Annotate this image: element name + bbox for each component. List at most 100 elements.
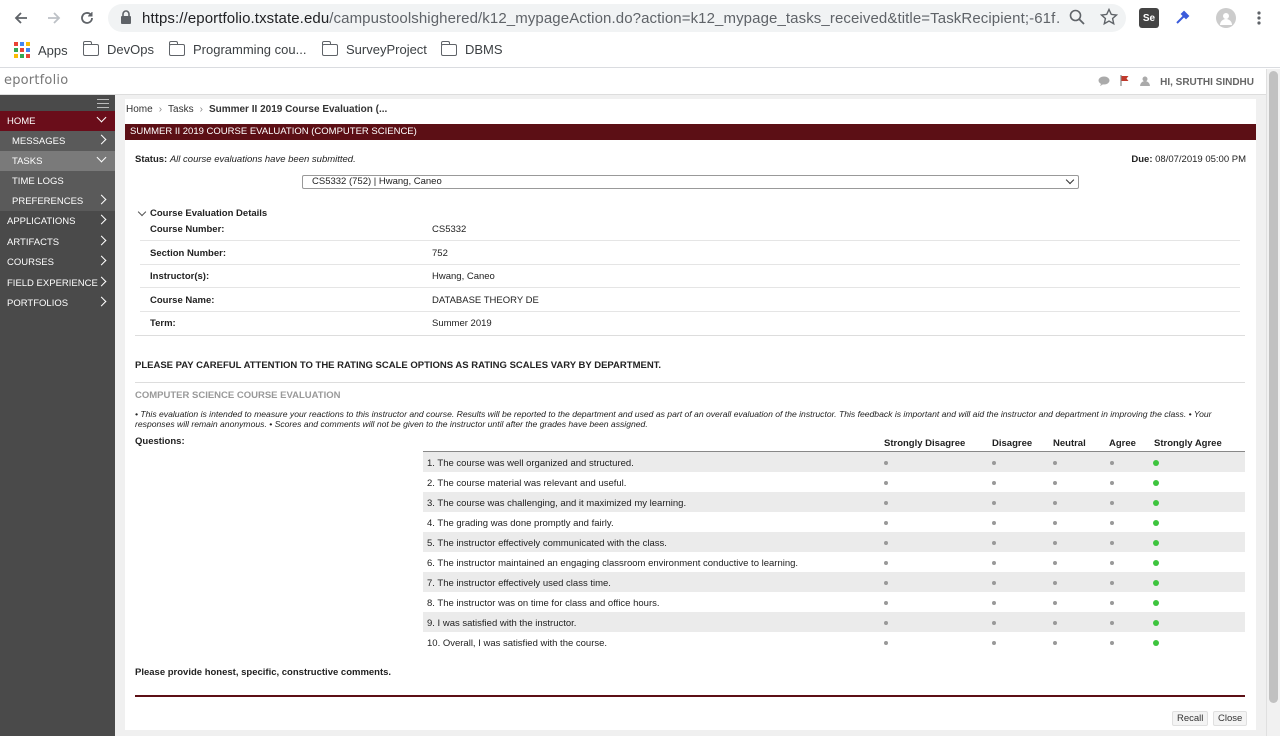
- rating-radio[interactable]: [992, 601, 996, 605]
- sidebar-item-preferences[interactable]: PREFERENCES: [0, 191, 115, 211]
- sidebar-item-portfolios[interactable]: PORTFOLIOS: [0, 293, 115, 313]
- menu-dots-icon[interactable]: [1249, 8, 1269, 28]
- lock-icon: [120, 10, 132, 27]
- reload-icon[interactable]: [75, 6, 99, 30]
- sidebar-item-artifacts[interactable]: ARTIFACTS: [0, 232, 115, 252]
- rating-radio[interactable]: [884, 561, 888, 565]
- rating-radio-selected[interactable]: [1153, 560, 1159, 566]
- rating-radio[interactable]: [992, 561, 996, 565]
- rating-radio[interactable]: [1053, 641, 1057, 645]
- rating-radio[interactable]: [1110, 541, 1114, 545]
- course-select[interactable]: CS5332 (752) | Hwang, Caneo: [302, 175, 1079, 189]
- flag-icon[interactable]: [1120, 75, 1130, 89]
- rating-radio-selected[interactable]: [1153, 620, 1159, 626]
- sidebar-item-messages[interactable]: MESSAGES: [0, 131, 115, 151]
- rating-radio-selected[interactable]: [1153, 600, 1159, 606]
- sidebar-item-courses[interactable]: COURSES: [0, 252, 115, 272]
- detail-row-instructor: Instructor(s): Hwang, Caneo: [140, 265, 1240, 288]
- sidebar-item-field-experience[interactable]: FIELD EXPERIENCE: [0, 273, 115, 293]
- sidebar-item-label: APPLICATIONS: [7, 215, 76, 227]
- rating-radio[interactable]: [1110, 521, 1114, 525]
- rating-radio[interactable]: [1053, 521, 1057, 525]
- rating-radio[interactable]: [1110, 601, 1114, 605]
- rating-radio[interactable]: [1110, 501, 1114, 505]
- rating-radio[interactable]: [884, 481, 888, 485]
- question-row: 5. The instructor effectively communicat…: [423, 532, 1245, 552]
- rating-radio[interactable]: [992, 541, 996, 545]
- rating-radio[interactable]: [1110, 561, 1114, 565]
- eyedropper-extension-icon[interactable]: [1172, 8, 1192, 28]
- rating-radio[interactable]: [1110, 581, 1114, 585]
- bookmark-apps[interactable]: Apps: [14, 42, 68, 58]
- rating-radio[interactable]: [992, 581, 996, 585]
- zoom-icon[interactable]: [1068, 8, 1086, 29]
- eportfolio-logo[interactable]: eportfolio: [4, 73, 68, 88]
- rating-radio[interactable]: [1053, 501, 1057, 505]
- user-greeting[interactable]: HI, SRUTHI SINDHU: [1160, 77, 1254, 88]
- rating-radio[interactable]: [1053, 601, 1057, 605]
- breadcrumb-tasks[interactable]: Tasks: [168, 104, 194, 115]
- rating-radio[interactable]: [1110, 641, 1114, 645]
- chat-icon[interactable]: [1098, 76, 1110, 89]
- rating-radio-selected[interactable]: [1153, 580, 1159, 586]
- sidebar-item-label: TASKS: [12, 155, 43, 167]
- address-bar[interactable]: https://eportfolio.txstate.edu/campustoo…: [108, 4, 1126, 32]
- rating-radio[interactable]: [992, 521, 996, 525]
- forward-icon[interactable]: [42, 6, 66, 30]
- hamburger-menu-icon[interactable]: [97, 99, 109, 111]
- close-button[interactable]: Close: [1213, 711, 1248, 726]
- rating-radio-selected[interactable]: [1153, 640, 1159, 646]
- bookmark-dbms[interactable]: DBMS: [440, 40, 503, 57]
- rating-radio[interactable]: [884, 521, 888, 525]
- rating-radio[interactable]: [1110, 481, 1114, 485]
- rating-radio[interactable]: [992, 481, 996, 485]
- scale-header-strongly-disagree: Strongly Disagree: [884, 438, 966, 449]
- rating-radio[interactable]: [992, 621, 996, 625]
- breadcrumb-home[interactable]: Home: [126, 104, 153, 115]
- rating-radio[interactable]: [884, 501, 888, 505]
- scale-header-strongly-agree: Strongly Agree: [1154, 438, 1222, 449]
- rating-radio[interactable]: [884, 581, 888, 585]
- sidebar-item-applications[interactable]: APPLICATIONS: [0, 211, 115, 231]
- bookmark-star-icon[interactable]: [1099, 7, 1119, 29]
- rating-radio[interactable]: [1053, 461, 1057, 465]
- rating-radio[interactable]: [884, 621, 888, 625]
- question-text: 4. The grading was done promptly and fai…: [427, 518, 614, 529]
- rating-radio-selected[interactable]: [1153, 520, 1159, 526]
- rating-radio-selected[interactable]: [1153, 500, 1159, 506]
- page-scrollbar[interactable]: [1266, 69, 1280, 736]
- rating-radio[interactable]: [884, 601, 888, 605]
- scrollbar-thumb[interactable]: [1269, 71, 1278, 703]
- rating-radio[interactable]: [1053, 621, 1057, 625]
- sidebar-item-home[interactable]: HOME: [0, 111, 115, 131]
- rating-radio[interactable]: [884, 461, 888, 465]
- profile-avatar-icon[interactable]: [1216, 8, 1236, 28]
- rating-radio-selected[interactable]: [1153, 540, 1159, 546]
- rating-radio[interactable]: [992, 501, 996, 505]
- url-path: /campustoolshighered/k12_mypageAction.do…: [329, 10, 1062, 27]
- detail-key: Term:: [150, 318, 176, 329]
- back-icon[interactable]: [9, 6, 33, 30]
- rating-radio[interactable]: [884, 541, 888, 545]
- detail-value: Hwang, Caneo: [432, 271, 495, 282]
- rating-radio[interactable]: [1110, 621, 1114, 625]
- rating-radio[interactable]: [992, 461, 996, 465]
- question-text: 8. The instructor was on time for class …: [427, 598, 660, 609]
- bookmark-programming[interactable]: Programming cou...: [168, 40, 306, 57]
- recall-button[interactable]: Recall: [1172, 711, 1209, 726]
- bookmark-surveyproject[interactable]: SurveyProject: [321, 40, 427, 57]
- rating-radio[interactable]: [884, 641, 888, 645]
- selenium-extension-icon[interactable]: Se: [1139, 8, 1159, 28]
- sidebar-item-label: PORTFOLIOS: [7, 297, 69, 309]
- sidebar-item-time-logs[interactable]: TIME LOGS: [0, 171, 115, 191]
- rating-radio-selected[interactable]: [1153, 460, 1159, 466]
- rating-radio[interactable]: [1110, 461, 1114, 465]
- sidebar-item-tasks[interactable]: TASKS: [0, 151, 115, 171]
- bookmark-devops[interactable]: DevOps: [82, 40, 154, 57]
- rating-radio[interactable]: [1053, 581, 1057, 585]
- rating-radio[interactable]: [992, 641, 996, 645]
- rating-radio[interactable]: [1053, 481, 1057, 485]
- rating-radio-selected[interactable]: [1153, 480, 1159, 486]
- rating-radio[interactable]: [1053, 541, 1057, 545]
- rating-radio[interactable]: [1053, 561, 1057, 565]
